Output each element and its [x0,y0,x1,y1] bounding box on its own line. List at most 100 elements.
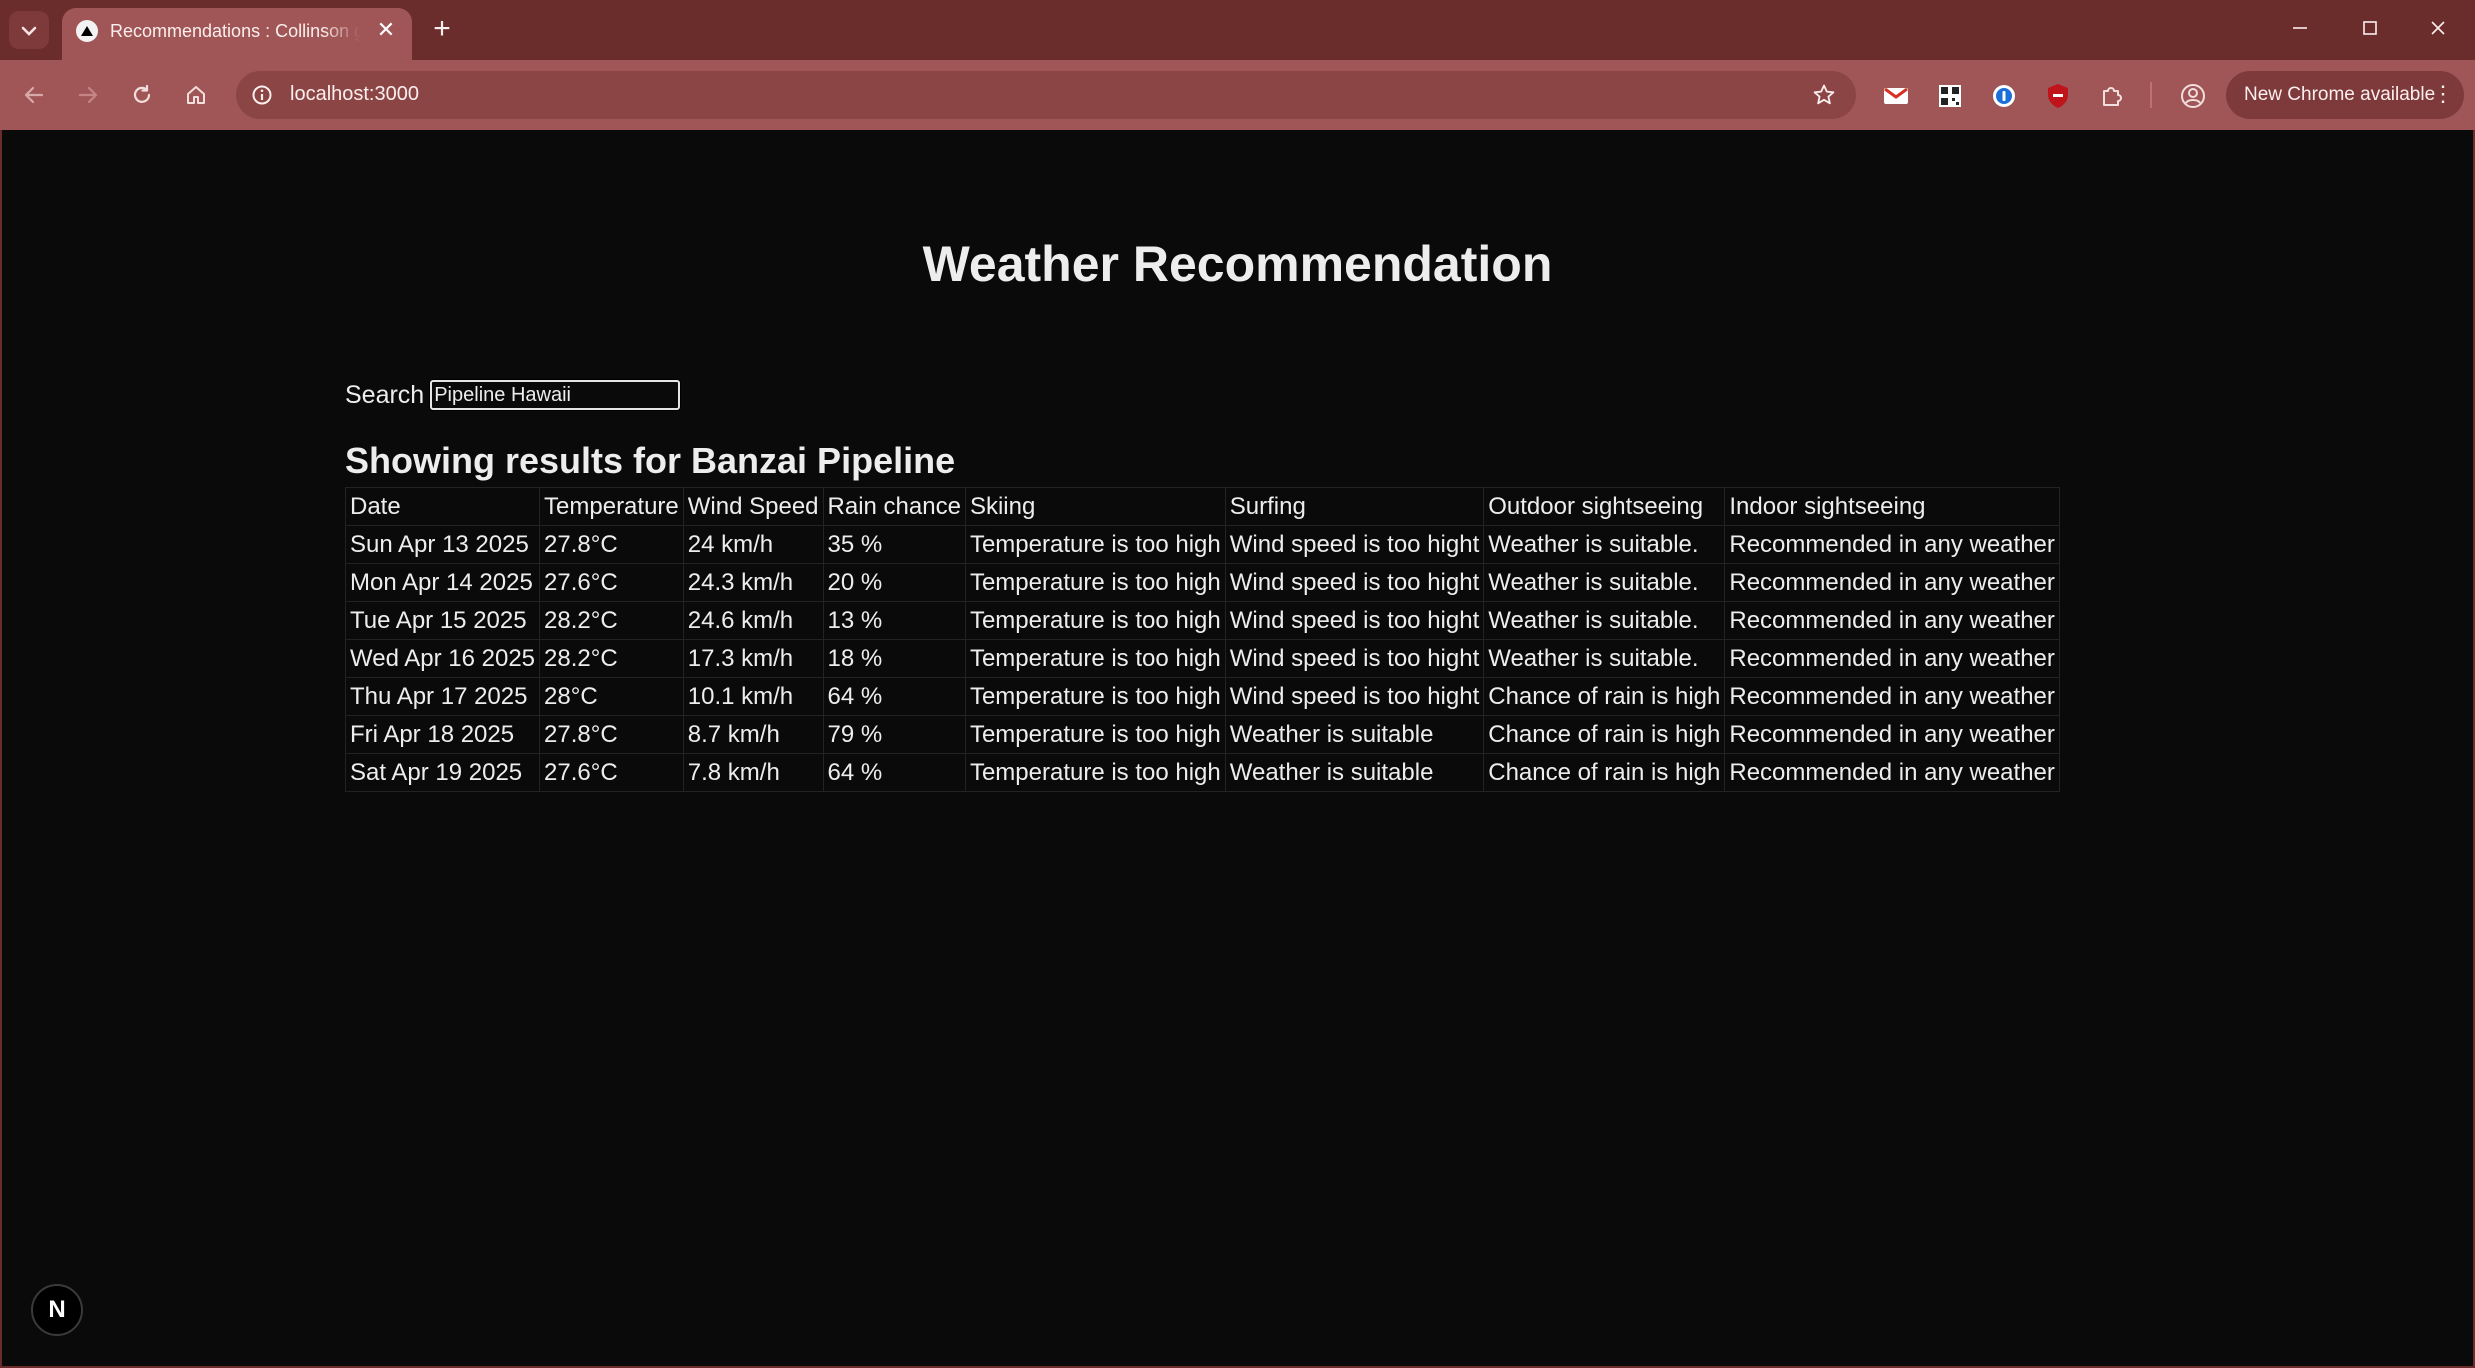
cell-skiing: Temperature is too high [964,677,1226,716]
table-row: Sun Apr 13 2025 27.8°C 24 km/h 35 % Temp… [344,525,2060,564]
cell-rain-chance: 79 % [822,715,966,754]
cell-wind-speed: 24.3 km/h [682,563,824,602]
close-icon [2431,21,2445,35]
search-input[interactable] [430,380,681,410]
cell-surfing: Weather is suitable [1224,715,1485,754]
back-button[interactable] [16,77,52,113]
home-button[interactable] [178,77,214,113]
column-header-surfing: Surfing [1224,487,1485,526]
kebab-menu-icon[interactable]: ⋮ [2432,79,2454,111]
arrow-left-icon [24,86,44,104]
reload-button[interactable] [124,77,160,113]
gmail-icon[interactable] [1882,82,1910,110]
cell-surfing: Wind speed is too hight [1224,563,1485,602]
tab-title: Recommendations : Collinson group [110,21,360,41]
new-tab-button[interactable]: + [425,13,459,47]
cell-wind-speed: 7.8 km/h [682,753,824,792]
forecast-table: Date Temperature Wind Speed Rain chance … [344,487,2060,792]
password-manager-icon[interactable] [1990,82,2018,110]
shield-icon[interactable] [2044,82,2072,110]
cell-wind-speed: 8.7 km/h [682,715,824,754]
cell-temperature: 27.8°C [539,715,684,754]
info-icon[interactable] [250,83,274,107]
search-row: Search [345,378,681,412]
table-row: Mon Apr 14 2025 27.6°C 24.3 km/h 20 % Te… [344,563,2060,602]
column-header-wind-speed: Wind Speed [682,487,824,526]
cell-temperature: 28.2°C [539,601,684,640]
table-row: Wed Apr 16 2025 28.2°C 17.3 km/h 18 % Te… [344,639,2060,678]
cell-temperature: 28°C [539,677,684,716]
forward-button[interactable] [70,77,106,113]
maximize-icon [2363,21,2377,35]
chrome-update-button[interactable]: New Chrome available ⋮ [2226,71,2464,119]
search-label: Search [345,380,425,409]
browser-tab-strip: Recommendations : Collinson group ✕ + [0,0,2475,60]
tab-search-button[interactable] [9,11,49,49]
cell-indoor-sightseeing: Recommended in any weather [1724,677,2060,716]
cell-date: Tue Apr 15 2025 [344,601,541,640]
cell-surfing: Wind speed is too hight [1224,601,1485,640]
cell-wind-speed: 24 km/h [682,525,824,564]
cell-date: Sun Apr 13 2025 [344,525,541,564]
results-heading: Showing results for Banzai Pipeline [345,440,956,481]
cell-surfing: Wind speed is too hight [1224,525,1485,564]
close-window-button[interactable] [2408,8,2468,52]
cell-skiing: Temperature is too high [964,525,1226,564]
cell-skiing: Temperature is too high [964,639,1226,678]
maximize-button[interactable] [2340,8,2400,52]
cell-outdoor-sightseeing: Chance of rain is high [1483,753,1726,792]
chevron-down-icon [21,20,37,41]
cell-temperature: 28.2°C [539,639,684,678]
profile-icon[interactable] [2179,82,2207,110]
cell-surfing: Weather is suitable [1224,753,1485,792]
table-row: Fri Apr 18 2025 27.8°C 8.7 km/h 79 % Tem… [344,715,2060,754]
cell-temperature: 27.8°C [539,525,684,564]
reload-icon [133,84,151,103]
address-bar[interactable]: localhost:3000 [236,71,1856,119]
cell-outdoor-sightseeing: Chance of rain is high [1483,715,1726,754]
cell-outdoor-sightseeing: Weather is suitable. [1483,639,1726,678]
browser-toolbar: localhost:3000 New Chrome available ⋮ [0,60,2475,130]
cell-rain-chance: 18 % [822,639,966,678]
minimize-button[interactable] [2270,8,2330,52]
column-header-outdoor-sightseeing: Outdoor sightseeing [1483,487,1726,526]
cell-outdoor-sightseeing: Chance of rain is high [1483,677,1726,716]
star-icon[interactable] [1810,81,1838,109]
nextjs-dev-tools-button[interactable]: N [31,1284,83,1336]
cell-outdoor-sightseeing: Weather is suitable. [1483,525,1726,564]
cell-indoor-sightseeing: Recommended in any weather [1724,563,2060,602]
column-header-rain-chance: Rain chance [822,487,966,526]
cell-wind-speed: 24.6 km/h [682,601,824,640]
qr-code-icon[interactable] [1936,82,1964,110]
puzzle-icon[interactable] [2098,82,2126,110]
cell-outdoor-sightseeing: Weather is suitable. [1483,601,1726,640]
table-row: Tue Apr 15 2025 28.2°C 24.6 km/h 13 % Te… [344,601,2060,640]
cell-outdoor-sightseeing: Weather is suitable. [1483,563,1726,602]
cell-skiing: Temperature is too high [964,601,1226,640]
cell-date: Wed Apr 16 2025 [344,639,541,678]
column-header-indoor-sightseeing: Indoor sightseeing [1724,487,2060,526]
cell-skiing: Temperature is too high [964,715,1226,754]
table-header-row: Date Temperature Wind Speed Rain chance … [344,487,2060,526]
column-header-skiing: Skiing [964,487,1226,526]
browser-tab-active[interactable]: Recommendations : Collinson group ✕ [62,8,412,60]
cell-indoor-sightseeing: Recommended in any weather [1724,715,2060,754]
cell-skiing: Temperature is too high [964,753,1226,792]
table-row: Thu Apr 17 2025 28°C 10.1 km/h 64 % Temp… [344,677,2060,716]
column-header-temperature: Temperature [539,487,684,526]
nextjs-logo-icon: N [48,1296,66,1323]
tab-close-button[interactable]: ✕ [372,16,400,44]
update-label: New Chrome available [2244,84,2436,105]
cell-rain-chance: 13 % [822,601,966,640]
cell-date: Sat Apr 19 2025 [344,753,541,792]
cell-surfing: Wind speed is too hight [1224,677,1485,716]
cell-indoor-sightseeing: Recommended in any weather [1724,639,2060,678]
arrow-right-icon [78,86,98,104]
home-icon [187,86,205,104]
cell-indoor-sightseeing: Recommended in any weather [1724,525,2060,564]
cell-indoor-sightseeing: Recommended in any weather [1724,601,2060,640]
url-text: localhost:3000 [290,83,419,105]
column-header-date: Date [344,487,541,526]
cell-indoor-sightseeing: Recommended in any weather [1724,753,2060,792]
table-row: Sat Apr 19 2025 27.6°C 7.8 km/h 64 % Tem… [344,753,2060,792]
